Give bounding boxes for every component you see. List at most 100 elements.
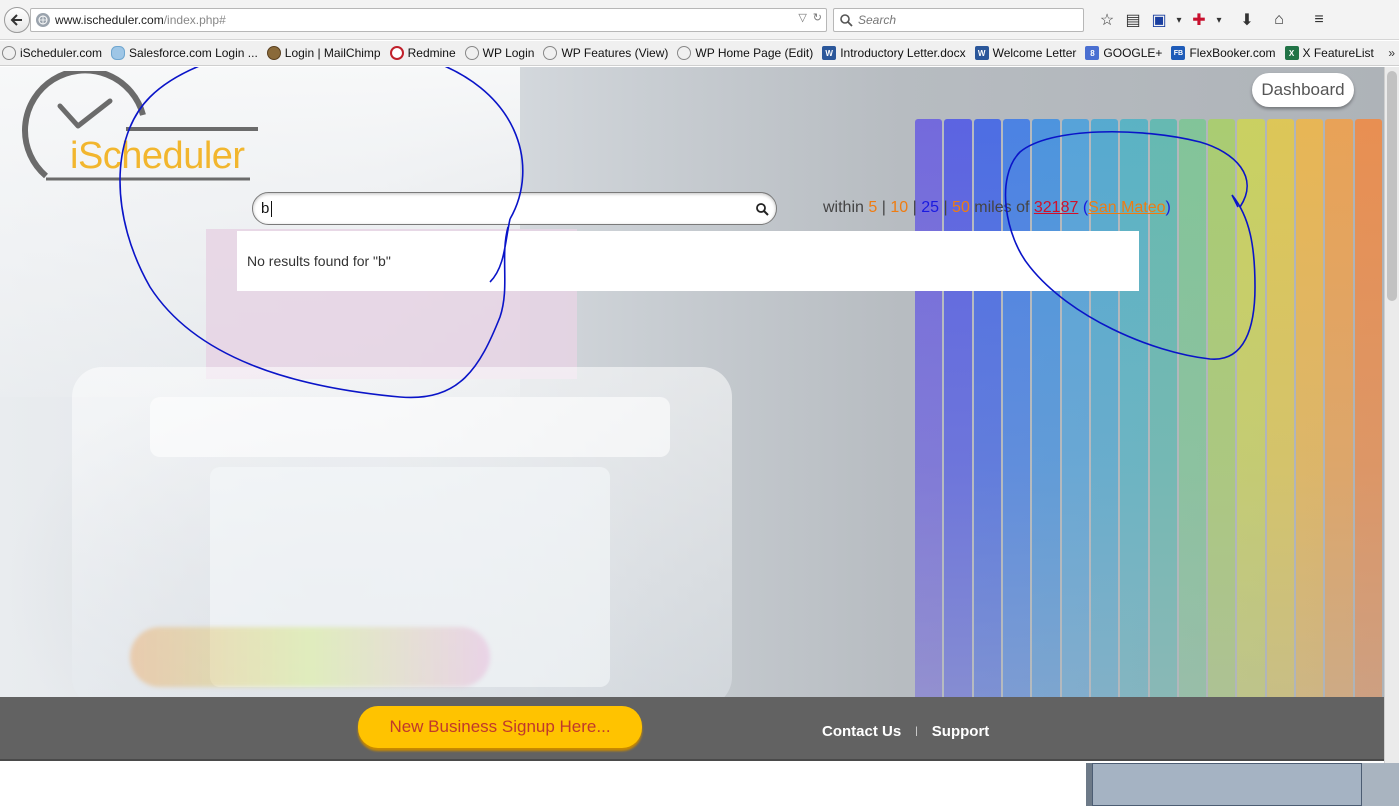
url-path: /index.php# <box>163 13 226 27</box>
business-search-box[interactable] <box>252 192 777 225</box>
radius-separator: | <box>881 199 886 216</box>
reload-icon[interactable]: ↻ <box>813 11 822 24</box>
background-stripe <box>1354 119 1382 697</box>
cloud-icon <box>111 46 126 60</box>
dashboard-button[interactable]: Dashboard <box>1252 73 1354 107</box>
contact-us-link[interactable]: Contact Us <box>822 723 901 740</box>
miles-of-label: miles of <box>974 199 1030 216</box>
bookmark-label: FlexBooker.com <box>1189 46 1276 60</box>
bookmark-item[interactable]: iScheduler.com <box>2 46 102 60</box>
url-host: www.ischeduler.com <box>55 13 164 27</box>
background-stripe <box>1178 119 1207 697</box>
search-icon[interactable] <box>755 202 769 216</box>
background-rubber-bands <box>130 627 490 687</box>
site-footer: New Business Signup Here... Contact Us |… <box>0 697 1384 761</box>
bookmark-label: X FeatureList <box>1302 46 1374 60</box>
bookmarks-bar: iScheduler.com Salesforce.com Login ... Lo… <box>0 41 1399 66</box>
globe-icon <box>36 13 50 27</box>
screen: www.ischeduler.com/index.php# ▽ ↻ Search… <box>0 0 1399 806</box>
bookmark-label: WP Home Page (Edit) <box>695 46 814 60</box>
reading-list-icon[interactable]: ▤ <box>1120 9 1146 31</box>
flexbooker-icon: FB <box>1171 46 1186 60</box>
no-results-message: No results found for "b" <box>247 253 391 269</box>
save-icon[interactable]: ▣ <box>1146 9 1172 31</box>
radius-option-50[interactable]: 50 <box>952 199 970 216</box>
bookmark-item[interactable]: WP Login <box>464 46 535 60</box>
addon-icon[interactable]: ✚ <box>1186 9 1212 31</box>
radius-option-5[interactable]: 5 <box>868 199 877 216</box>
within-label: within <box>823 199 864 216</box>
clock-icon <box>2 46 16 60</box>
bookmark-item[interactable]: FB FlexBooker.com <box>1171 46 1276 60</box>
distance-filter: within 5 | 10 | 25 | 50 miles of 32187 (… <box>823 199 1171 217</box>
page-scrollbar[interactable] <box>1384 67 1399 763</box>
save-menu-icon[interactable]: ▾ <box>1172 9 1186 31</box>
scrollbar-thumb[interactable] <box>1387 71 1397 301</box>
browser-search-placeholder: Search <box>858 13 897 27</box>
bookmark-label: Introductory Letter.docx <box>840 46 966 60</box>
radius-option-25[interactable]: 25 <box>921 199 939 216</box>
bookmark-item[interactable]: W Welcome Letter <box>974 46 1077 60</box>
bookmark-label: WP Login <box>482 46 535 60</box>
background-window-panel <box>1092 763 1362 806</box>
bookmark-label: GOOGLE+ <box>1103 46 1163 60</box>
mailchimp-icon <box>266 46 281 60</box>
background-stripe <box>1208 119 1236 697</box>
google-icon: 8 <box>1085 46 1100 60</box>
text-caret <box>271 201 272 217</box>
bookmark-label: Welcome Letter <box>992 46 1077 60</box>
bookmark-label: WP Features (View) <box>561 46 669 60</box>
search-results-dropdown: No results found for "b" <box>237 231 1139 291</box>
background-stripe <box>1325 119 1353 697</box>
bookmark-item[interactable]: 8 GOOGLE+ <box>1085 46 1162 60</box>
dropdown-arrow-icon[interactable]: ▽ <box>798 11 806 24</box>
city-link[interactable]: San Mateo <box>1088 199 1165 216</box>
bookmark-item[interactable]: WP Home Page (Edit) <box>677 46 813 60</box>
addon-menu-icon[interactable]: ▾ <box>1212 9 1226 31</box>
browser-search-box[interactable]: Search <box>833 8 1084 32</box>
background-stripe <box>1237 119 1265 697</box>
back-arrow-icon <box>10 14 22 26</box>
bookmarks-overflow-icon[interactable]: » <box>1388 46 1395 60</box>
browser-toolbar: www.ischeduler.com/index.php# ▽ ↻ Search… <box>0 0 1399 40</box>
clock-icon <box>464 46 479 60</box>
paren-close: ) <box>1165 199 1171 216</box>
bookmark-item[interactable]: W Introductory Letter.docx <box>822 46 966 60</box>
logo-text: iScheduler <box>70 135 245 177</box>
radius-separator: | <box>943 199 948 216</box>
word-icon: W <box>974 46 989 60</box>
clock-icon <box>543 46 558 60</box>
footer-links: Contact Us | Support <box>822 723 989 740</box>
bookmark-label: iScheduler.com <box>20 46 103 60</box>
radius-separator: | <box>912 199 917 216</box>
word-icon: W <box>822 46 837 60</box>
background-stripe <box>1296 119 1324 697</box>
support-link[interactable]: Support <box>932 723 990 740</box>
redmine-icon <box>389 46 404 60</box>
radius-option-10[interactable]: 10 <box>890 199 908 216</box>
search-icon <box>840 14 853 27</box>
page-viewport: iScheduler Dashboard within 5 | 10 | 25 … <box>0 67 1384 697</box>
bookmark-label: Login | MailChimp <box>284 46 381 60</box>
business-search-input[interactable] <box>261 196 741 221</box>
business-signup-button[interactable]: New Business Signup Here... <box>358 706 642 748</box>
site-logo[interactable]: iScheduler <box>18 71 268 183</box>
background-stripe <box>1266 119 1295 697</box>
bookmark-star-icon[interactable]: ☆ <box>1094 9 1120 31</box>
bookmark-item[interactable]: Login | MailChimp <box>266 46 381 60</box>
clock-icon <box>677 46 692 60</box>
url-bar[interactable]: www.ischeduler.com/index.php# ▽ ↻ <box>30 8 827 32</box>
bookmark-item[interactable]: XX FeatureList <box>1284 46 1374 60</box>
bookmark-item[interactable]: WP Features (View) <box>543 46 668 60</box>
below-window-area <box>0 763 1086 806</box>
home-icon[interactable]: ⌂ <box>1266 9 1292 31</box>
back-button[interactable] <box>4 7 30 33</box>
footer-separator: | <box>915 726 918 737</box>
zip-code-link[interactable]: 32187 <box>1034 199 1079 216</box>
bookmark-item[interactable]: Salesforce.com Login ... <box>111 46 258 60</box>
bookmark-label: Salesforce.com Login ... <box>129 46 258 60</box>
background-box-lid <box>150 397 670 457</box>
menu-icon[interactable]: ≡ <box>1306 9 1332 31</box>
bookmark-item[interactable]: Redmine <box>389 46 456 60</box>
download-icon[interactable]: ⬇ <box>1234 9 1260 31</box>
